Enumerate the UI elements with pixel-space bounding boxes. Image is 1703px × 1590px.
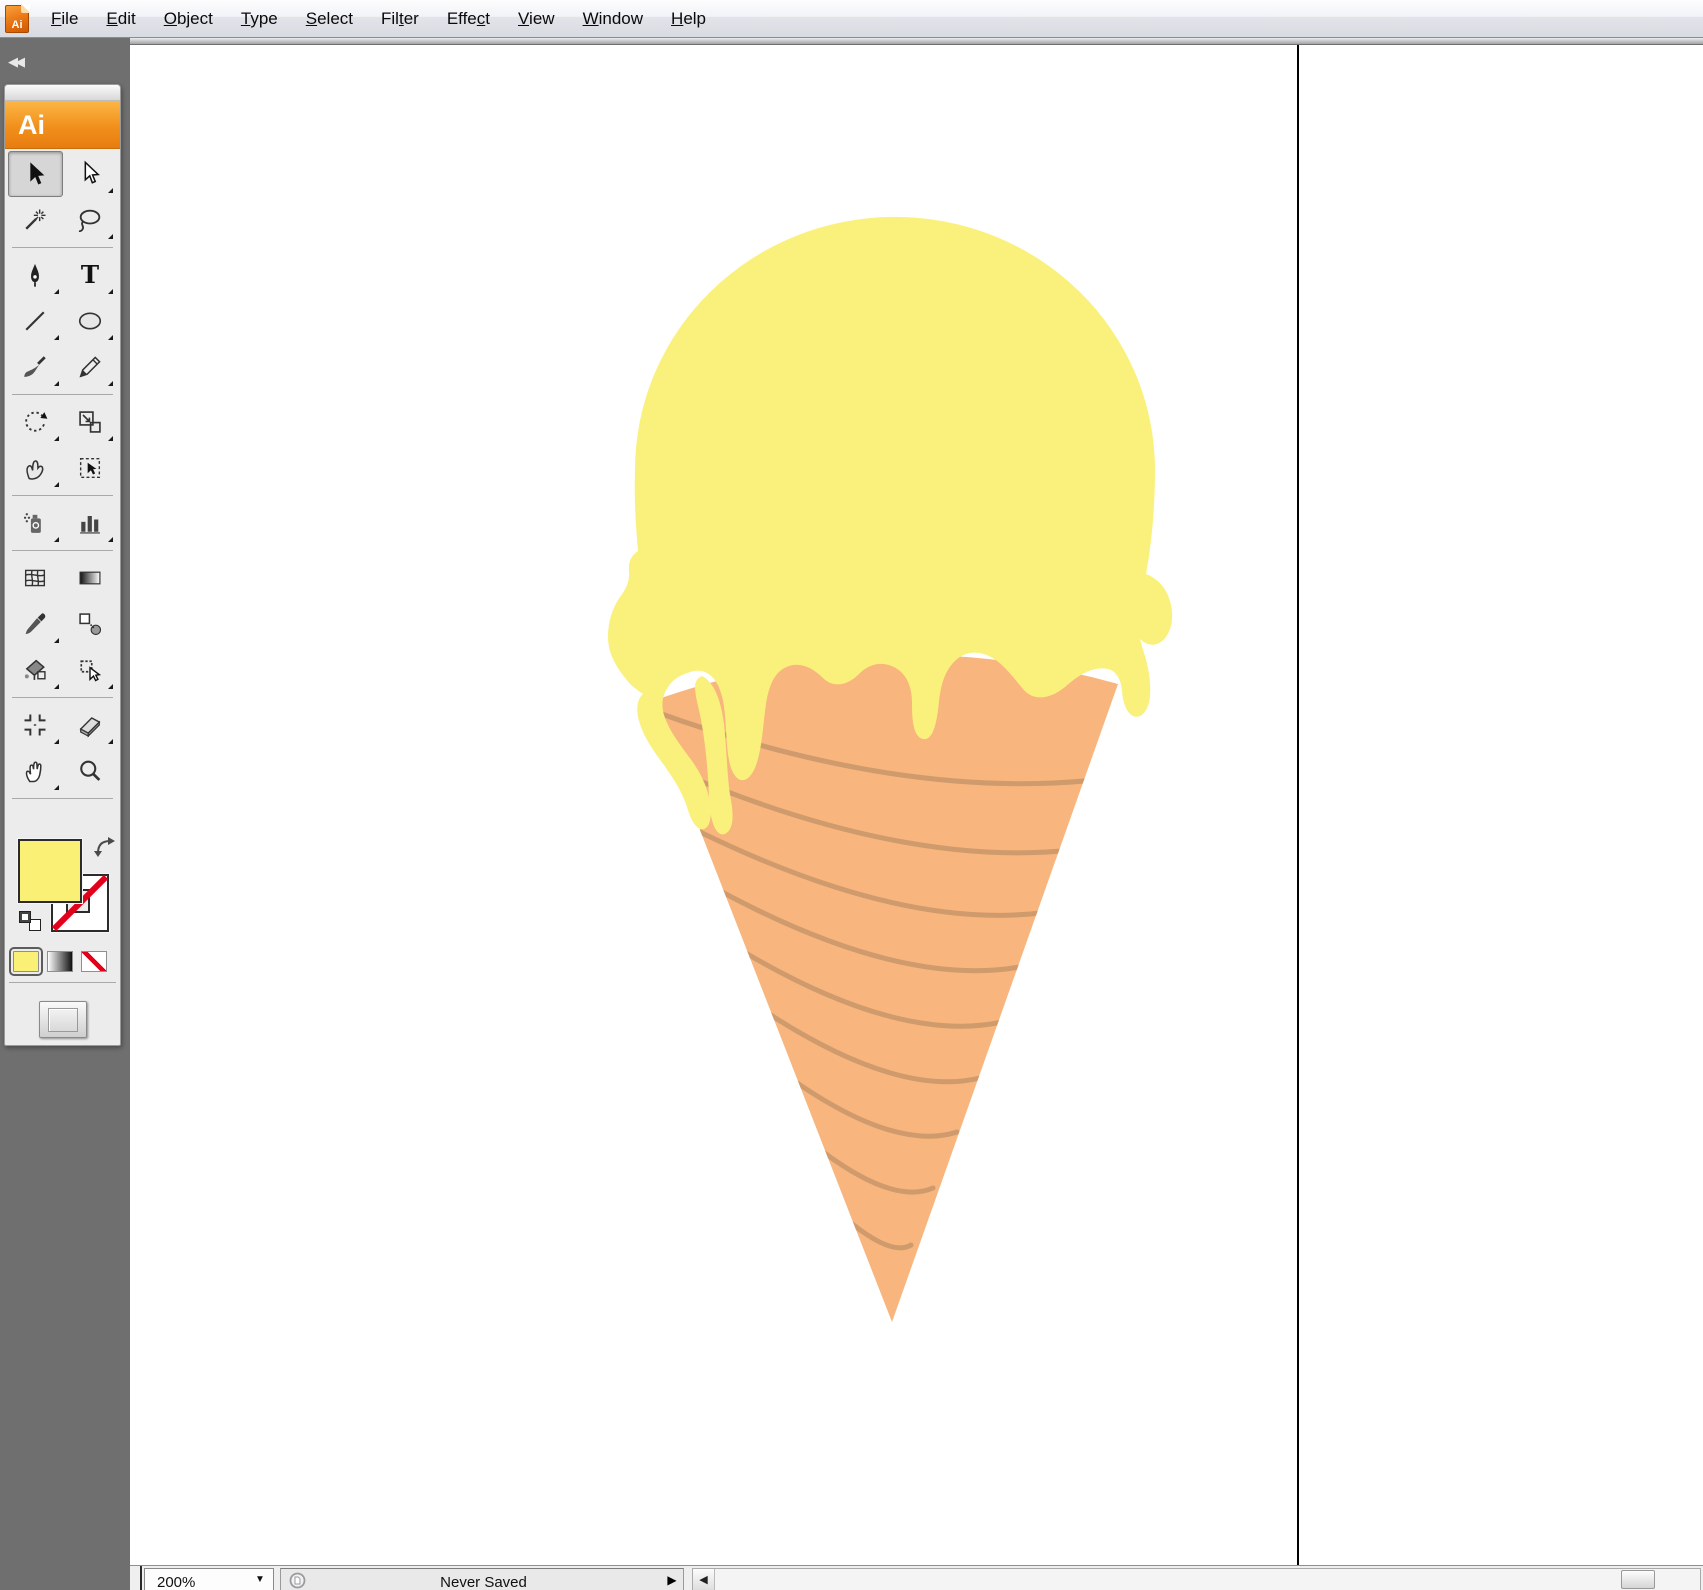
scrollbar-thumb[interactable] bbox=[1621, 1570, 1655, 1589]
symbol-sprayer-tool-icon[interactable] bbox=[8, 500, 63, 546]
blend-tool-icon[interactable] bbox=[63, 601, 118, 647]
menu-edit[interactable]: Edit bbox=[92, 2, 149, 36]
status-menu-arrow-icon[interactable]: ▶ bbox=[661, 1569, 683, 1587]
document-status-field: Never Saved ▶ bbox=[280, 1568, 684, 1590]
free-transform-tool-icon[interactable] bbox=[63, 445, 118, 491]
crop-area-tool-icon[interactable] bbox=[8, 702, 63, 748]
eraser-tool-icon[interactable] bbox=[63, 702, 118, 748]
pencil-tool-icon[interactable] bbox=[63, 344, 118, 390]
tools-panel-header[interactable] bbox=[5, 85, 120, 101]
fill-stroke-controls bbox=[5, 839, 120, 945]
tool-divider bbox=[8, 794, 117, 803]
tool-grid bbox=[5, 149, 120, 805]
line-segment-tool-icon[interactable] bbox=[8, 298, 63, 344]
menu-file[interactable]: File bbox=[37, 2, 92, 36]
tool-divider bbox=[8, 693, 117, 702]
live-paint-bucket-tool-icon[interactable] bbox=[8, 647, 63, 693]
menu-bar: Ai File Edit Object Type Select Filter E… bbox=[0, 0, 1703, 38]
type-tool-icon[interactable] bbox=[63, 252, 118, 298]
menu-type[interactable]: Type bbox=[227, 2, 292, 36]
dock-collapse-button[interactable]: ◀◀ bbox=[8, 54, 22, 70]
live-paint-selection-tool-icon[interactable] bbox=[63, 647, 118, 693]
illustrator-window: Ai File Edit Object Type Select Filter E… bbox=[0, 0, 1703, 1590]
app-icon: Ai bbox=[5, 5, 29, 33]
column-graph-tool-icon[interactable] bbox=[63, 500, 118, 546]
ellipse-tool-icon[interactable] bbox=[63, 298, 118, 344]
magic-wand-tool-icon[interactable] bbox=[8, 197, 63, 243]
canvas-area[interactable] bbox=[130, 38, 1703, 1565]
lasso-tool-icon[interactable] bbox=[63, 197, 118, 243]
scale-tool-icon[interactable] bbox=[63, 399, 118, 445]
selection-tool-icon[interactable] bbox=[8, 151, 63, 197]
default-fill-stroke-icon[interactable] bbox=[19, 911, 41, 931]
paint-mode-buttons bbox=[5, 945, 120, 972]
menu-window[interactable]: Window bbox=[569, 2, 657, 36]
window-edge bbox=[140, 1566, 142, 1590]
document-status-text: Never Saved bbox=[306, 1569, 661, 1590]
menu-select[interactable]: Select bbox=[292, 2, 367, 36]
gradient-tool-icon[interactable] bbox=[63, 555, 118, 601]
tool-divider bbox=[8, 491, 117, 500]
eyedropper-tool-icon[interactable] bbox=[8, 601, 63, 647]
screen-mode-button[interactable] bbox=[39, 1001, 87, 1038]
none-mode-button[interactable] bbox=[81, 951, 107, 972]
tools-panel: Ai bbox=[4, 84, 121, 1046]
zoom-tool-icon[interactable] bbox=[63, 748, 118, 794]
scroll-left-arrow-icon[interactable]: ◀ bbox=[693, 1569, 715, 1590]
tool-divider bbox=[8, 243, 117, 252]
ice-cream-artwork[interactable] bbox=[130, 45, 1703, 1565]
status-bar: 200% ▼ Never Saved ▶ ◀ bbox=[130, 1565, 1703, 1590]
menu-object[interactable]: Object bbox=[150, 2, 227, 36]
gradient-mode-button[interactable] bbox=[47, 951, 73, 972]
zoom-dropdown-arrow-icon[interactable]: ▼ bbox=[247, 1569, 273, 1590]
pen-tool-icon[interactable] bbox=[8, 252, 63, 298]
menu-view[interactable]: View bbox=[504, 2, 569, 36]
tool-divider bbox=[8, 546, 117, 555]
mesh-tool-icon[interactable] bbox=[8, 555, 63, 601]
zoom-level-combo[interactable]: 200% ▼ bbox=[144, 1568, 274, 1590]
status-icon bbox=[289, 1572, 306, 1590]
zoom-level-value: 200% bbox=[145, 1569, 247, 1590]
menu-help[interactable]: Help bbox=[657, 2, 720, 36]
color-mode-button[interactable] bbox=[13, 951, 39, 972]
direct-selection-tool-icon[interactable] bbox=[63, 151, 118, 197]
menu-effect[interactable]: Effect bbox=[433, 2, 504, 36]
warp-tool-icon[interactable] bbox=[8, 445, 63, 491]
swap-fill-stroke-icon[interactable] bbox=[94, 837, 116, 857]
hand-tool-icon[interactable] bbox=[8, 748, 63, 794]
panel-dock: ◀◀ Ai bbox=[0, 38, 130, 1590]
horizontal-scrollbar[interactable]: ◀ bbox=[692, 1568, 1701, 1590]
canvas-top-edge bbox=[130, 38, 1703, 45]
paintbrush-tool-icon[interactable] bbox=[8, 344, 63, 390]
tool-divider bbox=[8, 390, 117, 399]
menu-filter[interactable]: Filter bbox=[367, 2, 433, 36]
illustrator-logo: Ai bbox=[5, 101, 120, 149]
rotate-tool-icon[interactable] bbox=[8, 399, 63, 445]
fill-swatch[interactable] bbox=[18, 839, 82, 903]
tool-divider bbox=[5, 978, 120, 987]
